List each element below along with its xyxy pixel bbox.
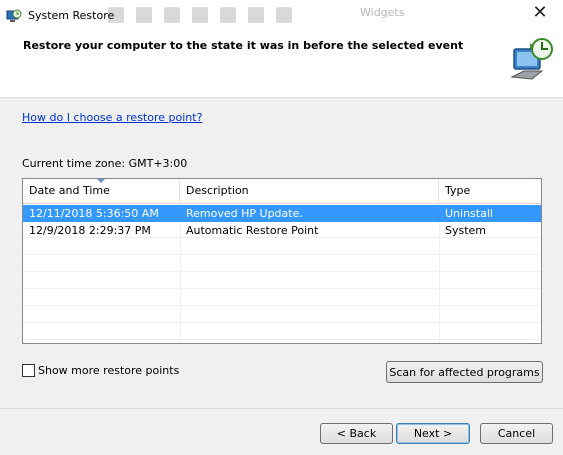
sort-descending-icon: [97, 179, 105, 183]
window-title: System Restore: [28, 9, 115, 22]
grid-divider: [23, 322, 541, 323]
restore-computer-icon: [510, 38, 553, 80]
next-button[interactable]: Next >: [396, 423, 470, 444]
grid-divider: [23, 288, 541, 289]
checkbox-box[interactable]: [22, 364, 35, 377]
list-header: Date and Time Description Type: [23, 179, 541, 204]
row-date: 12/9/2018 2:29:37 PM: [29, 224, 151, 237]
back-button[interactable]: < Back: [320, 423, 393, 444]
title-bar: System Restore Widgets ✕: [0, 0, 563, 34]
column-header-type[interactable]: Type: [439, 179, 541, 203]
row-description: Automatic Restore Point: [186, 224, 319, 237]
system-restore-icon: [6, 9, 22, 22]
close-button[interactable]: ✕: [517, 0, 563, 24]
close-icon: ✕: [532, 1, 548, 23]
row-type: Uninstall: [445, 207, 493, 220]
wizard-header: Restore your computer to the state it wa…: [0, 33, 563, 98]
timezone-label: Current time zone: GMT+3:00: [22, 157, 188, 170]
grid-divider: [23, 271, 541, 272]
cancel-button[interactable]: Cancel: [480, 423, 553, 444]
scan-affected-programs-button[interactable]: Scan for affected programs: [386, 361, 543, 383]
grid-divider: [23, 305, 541, 306]
table-row[interactable]: 12/9/2018 2:29:37 PM Automatic Restore P…: [23, 222, 541, 239]
grid-divider: [23, 254, 541, 255]
row-description: Removed HP Update.: [186, 207, 303, 220]
page-title: Restore your computer to the state it wa…: [23, 39, 464, 52]
background-taskbar-ghost: [108, 3, 483, 27]
background-widgets-label: Widgets: [360, 6, 405, 19]
footer-divider: [0, 408, 563, 409]
row-date: 12/11/2018 5:36:50 AM: [29, 207, 159, 220]
grid-divider: [23, 339, 541, 340]
checkbox-label: Show more restore points: [38, 364, 180, 377]
restore-point-list[interactable]: Date and Time Description Type 12/11/201…: [22, 178, 542, 344]
restore-point-help-link[interactable]: How do I choose a restore point?: [22, 111, 202, 124]
row-type: System: [445, 224, 487, 237]
show-more-restore-points-checkbox[interactable]: Show more restore points: [22, 364, 179, 377]
table-row[interactable]: 12/11/2018 5:36:50 AM Removed HP Update.…: [23, 205, 541, 222]
column-header-description[interactable]: Description: [180, 179, 439, 203]
